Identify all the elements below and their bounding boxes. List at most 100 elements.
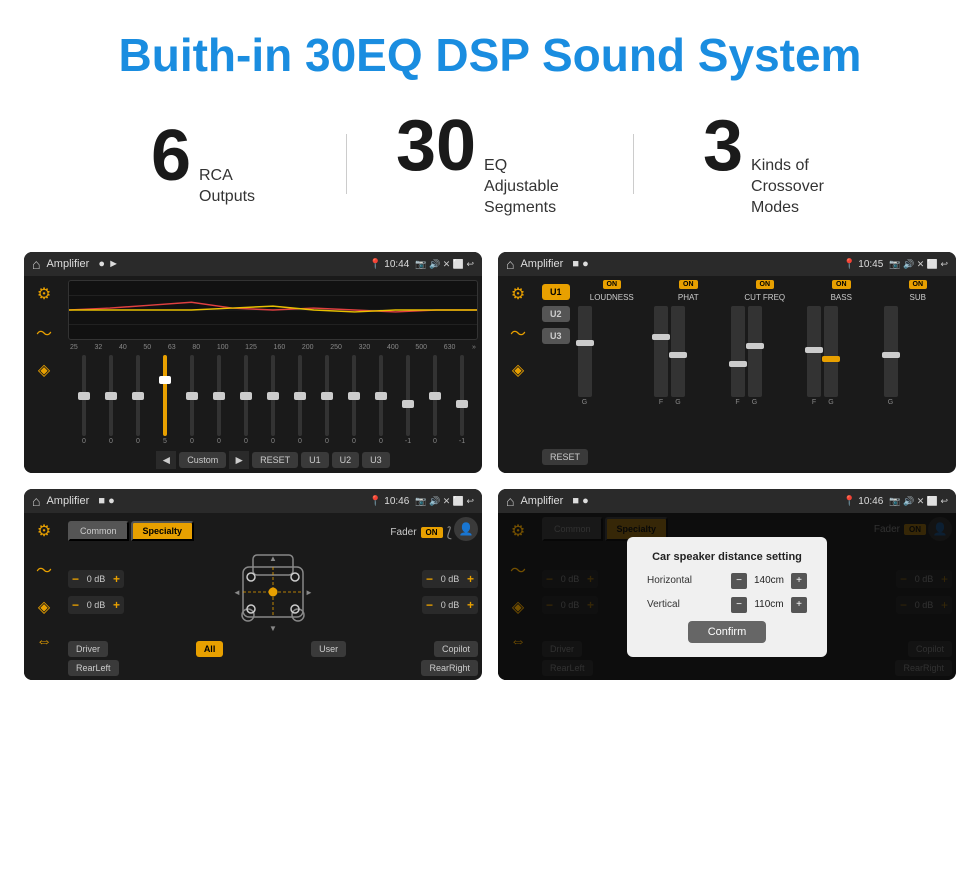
loudness-label: LOUDNESS [590, 293, 634, 302]
eq-custom-btn[interactable]: Custom [179, 452, 226, 468]
db-value-rl: 0 dB [82, 600, 110, 610]
screen3-home-icon[interactable]: ⌂ [32, 493, 40, 509]
screen2-speaker-icon[interactable]: ◈ [512, 360, 524, 380]
screen1-status-icons: 📷 🔊 ✕ ⬜ ↩ [415, 259, 474, 270]
db-minus-rl[interactable]: − [72, 598, 79, 612]
eq-back-btn[interactable]: ◄ [156, 451, 176, 469]
screen4-title: Amplifier ■ ● [520, 495, 837, 507]
svg-text:▼: ▼ [269, 624, 277, 633]
sub-label: SUB [910, 293, 926, 302]
screen3-eq-icon[interactable]: ⚙ [37, 521, 51, 541]
dialog-overlay: Car speaker distance setting Horizontal … [498, 513, 956, 680]
screen3-status-icons: 📷 🔊 ✕ ⬜ ↩ [415, 496, 474, 507]
db-control-fr: − 0 dB + [422, 570, 478, 588]
dialog-horizontal-plus[interactable]: + [791, 573, 807, 589]
screen2-reset-btn[interactable]: RESET [542, 449, 588, 465]
screen2-title: Amplifier ■ ● [520, 258, 837, 270]
db-control-rl: − 0 dB + [68, 596, 124, 614]
phat-label: PHAT [678, 293, 699, 302]
eq-controls-row: ◄ Custom ► RESET U1 U2 U3 [68, 451, 478, 469]
eq-u3-btn[interactable]: U3 [362, 452, 390, 468]
eq-slider-14: 0 [423, 355, 447, 445]
bass-on-badge: ON [832, 280, 851, 289]
screen4-home-icon[interactable]: ⌂ [506, 493, 514, 509]
db-minus-fl[interactable]: − [72, 572, 79, 586]
eq-slider-11: 0 [342, 355, 366, 445]
stat-rca-label: RCAOutputs [199, 166, 255, 208]
dialog-confirm-btn[interactable]: Confirm [688, 621, 767, 643]
screen3-specialty-tab[interactable]: Specialty [131, 521, 195, 541]
screen1-side-icons: ⚙ 〜 ◈ [24, 276, 64, 473]
db-minus-fr[interactable]: − [426, 572, 433, 586]
eq-slider-13: -1 [396, 355, 420, 445]
db-plus-rr[interactable]: + [467, 598, 474, 612]
eq-slider-9: 0 [288, 355, 312, 445]
fader-on-badge: ON [421, 527, 443, 538]
car-diagram-svg: ▲ ▼ ◄ ► [223, 547, 323, 637]
fader-slider-icon[interactable]: ⟅ [447, 524, 452, 541]
screen2-u2-btn[interactable]: U2 [542, 306, 570, 322]
svg-text:►: ► [305, 588, 313, 597]
eq-sliders: 0 0 0 5 [68, 355, 478, 445]
dialog-vertical-minus[interactable]: − [731, 597, 747, 613]
screen3-common-tab[interactable]: Common [68, 521, 129, 541]
db-control-rr: − 0 dB + [422, 596, 478, 614]
eq-icon[interactable]: ⚙ [37, 284, 51, 304]
stats-row: 6 RCAOutputs 30 EQ AdjustableSegments 3 … [0, 100, 980, 242]
eq-u2-btn[interactable]: U2 [332, 452, 360, 468]
dialog-vertical-plus[interactable]: + [791, 597, 807, 613]
screen2-main: U1 U2 U3 ON LOUDNESS ON [538, 276, 956, 473]
screen4-distance: ⌂ Amplifier ■ ● 📍 10:46 📷 🔊 ✕ ⬜ ↩ ⚙ 〜 ◈ … [498, 489, 956, 680]
db-minus-rr[interactable]: − [426, 598, 433, 612]
stat-crossover: 3 Kinds ofCrossover Modes [634, 110, 920, 218]
eq-slider-2: 0 [99, 355, 123, 445]
screen2-amp: ⌂ Amplifier ■ ● 📍 10:45 📷 🔊 ✕ ⬜ ↩ ⚙ 〜 ◈ … [498, 252, 956, 473]
screen3-speaker-icon[interactable]: ◈ [38, 597, 50, 617]
screen2-status-bar: ⌂ Amplifier ■ ● 📍 10:45 📷 🔊 ✕ ⬜ ↩ [498, 252, 956, 276]
screen3-copilot-btn[interactable]: Copilot [434, 641, 478, 657]
screen3-status-bar: ⌂ Amplifier ■ ● 📍 10:46 📷 🔊 ✕ ⬜ ↩ [24, 489, 482, 513]
screen3-driver-btn[interactable]: Driver [68, 641, 108, 657]
stat-rca-number: 6 [151, 120, 191, 192]
screen2-wave-icon[interactable]: 〜 [510, 320, 526, 344]
svg-text:◄: ◄ [233, 588, 241, 597]
eq-slider-6: 0 [207, 355, 231, 445]
cutfreq-on-badge: ON [756, 280, 775, 289]
screen3-title: Amplifier ■ ● [46, 495, 363, 507]
eq-slider-15: -1 [450, 355, 474, 445]
eq-reset-btn[interactable]: RESET [252, 452, 298, 468]
eq-slider-5: 0 [180, 355, 204, 445]
wave-icon[interactable]: 〜 [36, 320, 52, 344]
db-plus-fr[interactable]: + [467, 572, 474, 586]
eq-u1-btn[interactable]: U1 [301, 452, 329, 468]
screen1-home-icon[interactable]: ⌂ [32, 256, 40, 272]
screen1-status-bar: ⌂ Amplifier ● ► 📍 10:44 📷 🔊 ✕ ⬜ ↩ [24, 252, 482, 276]
db-plus-rl[interactable]: + [113, 598, 120, 612]
screen2-eq-icon[interactable]: ⚙ [511, 284, 525, 304]
dialog-horizontal-row: Horizontal − 140cm + [647, 573, 807, 589]
screen3-wave-icon[interactable]: 〜 [36, 557, 52, 581]
dialog-horizontal-minus[interactable]: − [731, 573, 747, 589]
screen2-u1-btn[interactable]: U1 [542, 284, 570, 300]
screen3-user-icon[interactable]: 👤 [459, 522, 474, 536]
distance-dialog: Car speaker distance setting Horizontal … [627, 537, 827, 657]
eq-slider-4: 5 [153, 355, 177, 445]
screen3-all-btn[interactable]: All [196, 641, 224, 657]
screen3-user-btn[interactable]: User [311, 641, 346, 657]
screen1-main: 2532405063 80100125160200 25032040050063… [64, 276, 482, 473]
dialog-vertical-stepper: − 110cm + [731, 597, 807, 613]
db-plus-fl[interactable]: + [113, 572, 120, 586]
db-control-fl: − 0 dB + [68, 570, 124, 588]
bass-label: BASS [831, 293, 852, 302]
eq-slider-1: 0 [72, 355, 96, 445]
screen3-rearright-btn[interactable]: RearRight [421, 660, 478, 676]
eq-slider-10: 0 [315, 355, 339, 445]
eq-slider-7: 0 [234, 355, 258, 445]
screen3-arrows-icon[interactable]: ⇔ [36, 633, 52, 651]
eq-forward-btn[interactable]: ► [229, 451, 249, 469]
screen2-u3-btn[interactable]: U3 [542, 328, 570, 344]
cutfreq-label: CUT FREQ [744, 293, 785, 302]
screen3-rearleft-btn[interactable]: RearLeft [68, 660, 119, 676]
speaker-icon[interactable]: ◈ [38, 360, 50, 380]
screen2-home-icon[interactable]: ⌂ [506, 256, 514, 272]
